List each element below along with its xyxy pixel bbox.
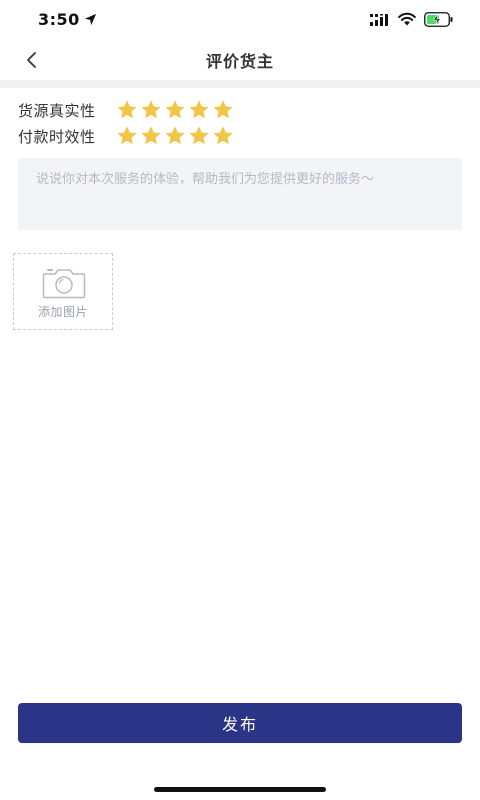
star-icon[interactable] (212, 99, 234, 121)
status-bar: 3:50 (0, 0, 480, 40)
comment-input[interactable] (18, 158, 462, 230)
star-icon[interactable] (188, 125, 210, 147)
camera-icon (42, 269, 86, 299)
rating-row-payment-timeliness: 付款时效性 (18, 124, 234, 148)
location-arrow-icon (84, 13, 97, 26)
star-icon[interactable] (140, 125, 162, 147)
star-rating[interactable] (116, 99, 234, 121)
star-icon[interactable] (164, 99, 186, 121)
home-indicator (154, 787, 326, 792)
star-rating[interactable] (116, 125, 234, 147)
wifi-icon (398, 12, 416, 26)
star-icon[interactable] (140, 99, 162, 121)
add-image-label: 添加图片 (37, 305, 88, 319)
comment-box (18, 158, 462, 230)
section-divider (0, 80, 480, 88)
star-icon[interactable] (116, 99, 138, 121)
battery-charging-icon (424, 12, 453, 27)
page-title: 评价货主 (205, 52, 274, 71)
rating-row-authenticity: 货源真实性 (18, 98, 234, 122)
signal-icon (370, 14, 388, 26)
status-time: 3:50 (38, 10, 80, 29)
star-icon[interactable] (188, 99, 210, 121)
star-icon[interactable] (212, 125, 234, 147)
add-image-button[interactable]: 添加图片 (13, 253, 113, 330)
rating-label: 货源真实性 (18, 101, 96, 120)
star-icon[interactable] (116, 125, 138, 147)
publish-button[interactable]: 发布 (18, 703, 462, 743)
rating-label: 付款时效性 (18, 127, 96, 146)
star-icon[interactable] (164, 125, 186, 147)
navigation-bar: 评价货主 (0, 40, 480, 80)
